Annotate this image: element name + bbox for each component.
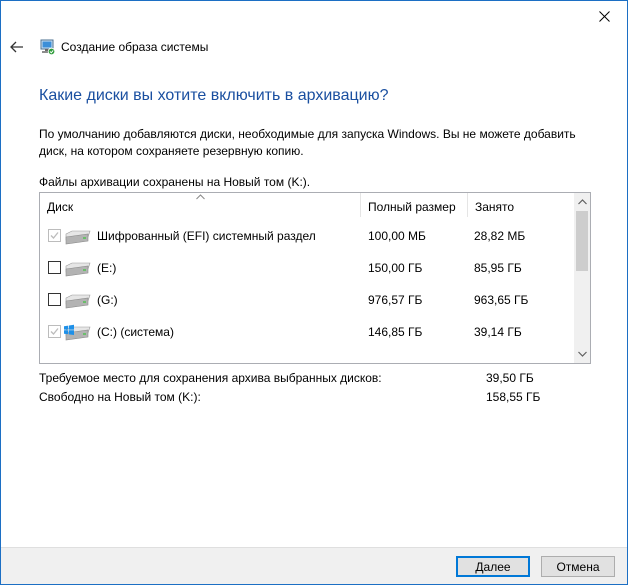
drive-icon: [65, 262, 91, 277]
disk-total-size: 146,85 ГБ: [368, 325, 423, 339]
back-arrow-icon: [10, 41, 23, 53]
column-header-disk-label: Диск: [47, 200, 74, 214]
check-icon: [50, 232, 59, 239]
disk-list[interactable]: Диск Полный размер Занято Шифрованный (E…: [39, 192, 591, 364]
back-button[interactable]: [7, 37, 27, 57]
disk-name: (E:): [97, 261, 117, 275]
disk-used: 963,65 ГБ: [474, 293, 529, 307]
close-icon: [598, 10, 610, 22]
disk-name: (C:) (система): [97, 325, 174, 339]
vertical-scrollbar[interactable]: [574, 193, 590, 363]
sort-ascending-icon: [196, 194, 205, 200]
table-row-g[interactable]: (G:) 976,57 ГБ 963,65 ГБ: [40, 284, 574, 316]
disk-name: (G:): [97, 293, 118, 307]
table-row-efi[interactable]: Шифрованный (EFI) системный раздел 100,0…: [40, 220, 574, 252]
dialog-footer: Далее Отмена: [1, 547, 627, 584]
row-checkbox-e[interactable]: [48, 261, 61, 274]
window-title: Создание образа системы: [61, 40, 209, 54]
disk-total-size: 150,00 ГБ: [368, 261, 423, 275]
backup-location-text: Файлы архивации сохранены на Новый том (…: [39, 175, 311, 189]
disk-total-size: 100,00 МБ: [368, 229, 426, 243]
list-header: Диск Полный размер Занято: [40, 193, 574, 217]
windows-drive-icon: [64, 324, 91, 341]
column-header-used-label: Занято: [475, 200, 515, 214]
dialog-window: Создание образа системы Какие диски вы х…: [0, 0, 628, 585]
navigation-bar: Создание образа системы: [1, 33, 627, 61]
drive-icon: [65, 230, 91, 245]
description-text: По умолчанию добавляются диски, необходи…: [39, 127, 576, 158]
column-header-total-size[interactable]: Полный размер: [361, 193, 467, 217]
title-bar: [1, 1, 627, 31]
required-space-label: Требуемое место для сохранения архива вы…: [39, 371, 382, 385]
disk-total-size: 976,57 ГБ: [368, 293, 423, 307]
disk-used: 39,14 ГБ: [474, 325, 522, 339]
drive-icon: [65, 294, 91, 309]
disk-name: Шифрованный (EFI) системный раздел: [97, 229, 316, 243]
free-space-value: 158,55 ГБ: [486, 390, 541, 404]
check-icon: [50, 328, 59, 335]
column-header-used[interactable]: Занято: [468, 193, 574, 217]
scroll-down-button[interactable]: [574, 346, 590, 362]
row-checkbox-efi[interactable]: [48, 229, 61, 242]
next-button[interactable]: Далее: [456, 556, 530, 577]
page-heading: Какие диски вы хотите включить в архивац…: [39, 87, 389, 104]
chevron-up-icon: [577, 199, 587, 205]
table-row-e[interactable]: (E:) 150,00 ГБ 85,95 ГБ: [40, 252, 574, 284]
column-header-total-size-label: Полный размер: [368, 200, 456, 214]
disk-used: 28,82 МБ: [474, 229, 526, 243]
row-checkbox-c[interactable]: [48, 325, 61, 338]
backup-app-icon: [40, 39, 56, 56]
disk-used: 85,95 ГБ: [474, 261, 522, 275]
cancel-button[interactable]: Отмена: [541, 556, 615, 577]
free-space-label: Свободно на Новый том (K:):: [39, 390, 201, 404]
scrollbar-thumb[interactable]: [576, 211, 588, 271]
row-checkbox-g[interactable]: [48, 293, 61, 306]
chevron-down-icon: [577, 351, 587, 357]
close-button[interactable]: [581, 1, 627, 31]
table-row-c[interactable]: (C:) (система) 146,85 ГБ 39,14 ГБ: [40, 316, 574, 348]
scroll-up-button[interactable]: [574, 194, 590, 210]
required-space-value: 39,50 ГБ: [486, 371, 534, 385]
